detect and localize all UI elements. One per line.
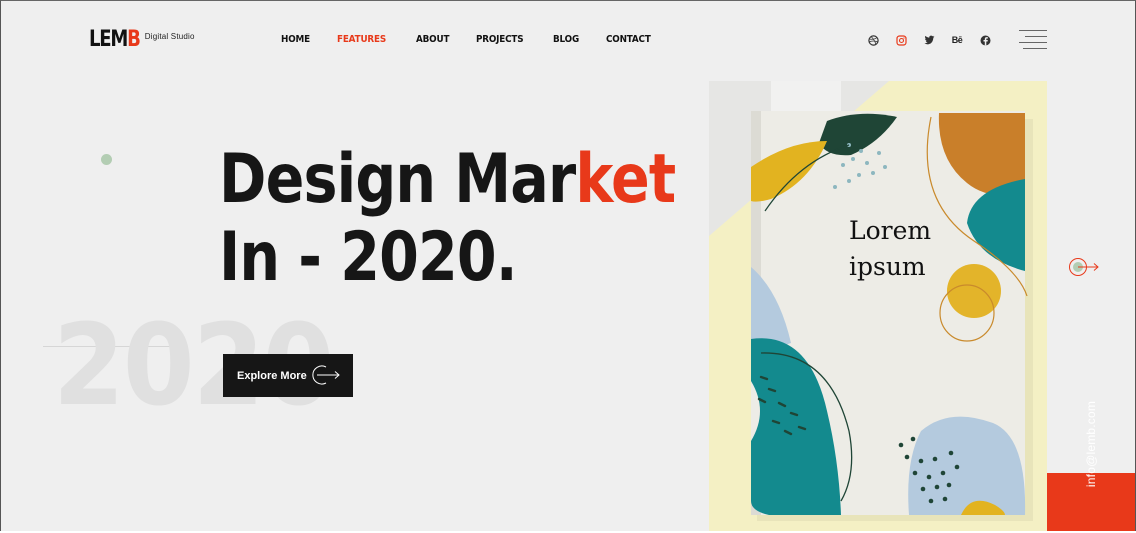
nav-projects[interactable]: PROJECTS (476, 34, 524, 46)
book-title: Lorem ipsum (849, 213, 931, 285)
hero-title-line2: In - 2020. (219, 218, 518, 297)
main-nav: HOME FEATURES ABOUT PROJECTS BLOG CONTAC… (281, 34, 680, 46)
logo-subtitle: Digital Studio (144, 32, 195, 41)
decorative-dot (101, 154, 112, 165)
nav-features[interactable]: FEATURES (337, 34, 386, 46)
explore-more-label: Explore More (237, 369, 307, 382)
book-title-line2: ipsum (849, 252, 926, 281)
arrow-right-circle-icon (312, 365, 340, 385)
nav-contact[interactable]: CONTACT (606, 34, 651, 46)
menu-toggle-icon[interactable] (1019, 29, 1047, 51)
page-frame: LEMB Digital Studio HOME FEATURES ABOUT … (0, 0, 1136, 533)
behance-glyph: Bē (951, 35, 963, 45)
twitter-icon[interactable] (923, 34, 935, 46)
book-title-line1: Lorem (849, 216, 932, 245)
explore-more-button[interactable]: Explore More (223, 354, 353, 397)
contact-email[interactable]: info@lemb.com (1084, 394, 1098, 494)
behance-icon[interactable]: Bē (951, 34, 963, 46)
social-links: Bē (867, 34, 1007, 46)
logo-wordmark: LEMB (89, 27, 141, 52)
nav-blog[interactable]: BLOG (553, 34, 579, 46)
nav-about[interactable]: ABOUT (416, 34, 449, 46)
hero-title: Design Market In - 2020. (219, 140, 676, 297)
book-mockup-image: Lorem ipsum (709, 81, 1047, 533)
next-arrow-icon[interactable] (1067, 256, 1101, 278)
dribbble-icon[interactable] (867, 34, 879, 46)
facebook-icon[interactable] (979, 34, 991, 46)
instagram-icon[interactable] (895, 34, 907, 46)
hero-title-line1: Design Market (219, 140, 676, 219)
logo[interactable]: LEMB Digital Studio (89, 29, 195, 51)
nav-home[interactable]: HOME (281, 34, 310, 46)
